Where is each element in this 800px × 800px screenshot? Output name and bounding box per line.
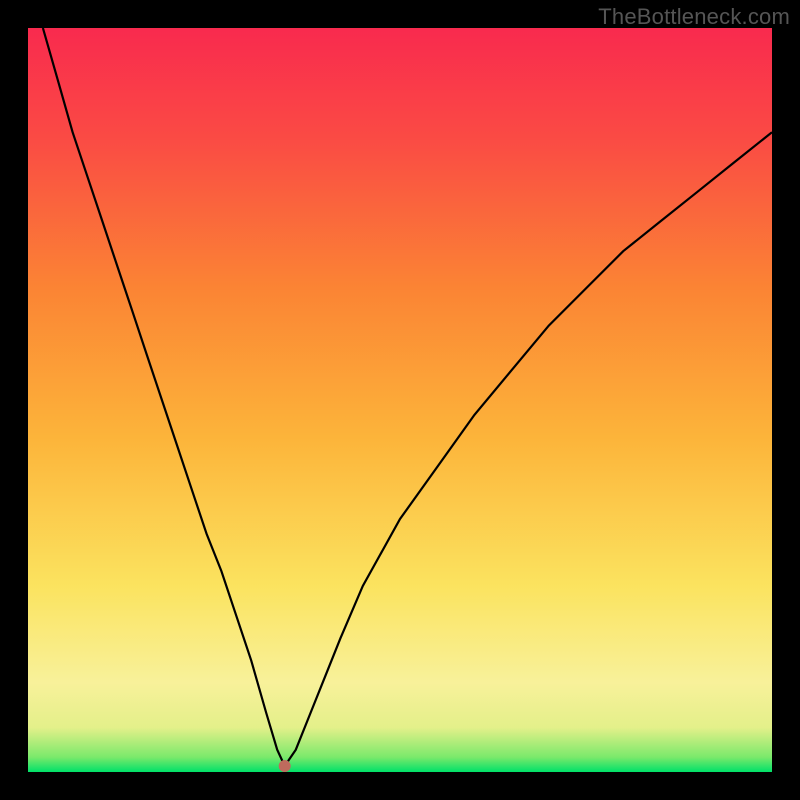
gradient-background <box>28 28 772 772</box>
bottleneck-chart <box>28 28 772 772</box>
watermark-label: TheBottleneck.com <box>598 4 790 30</box>
optimum-marker <box>279 760 291 772</box>
chart-frame: { "watermark": "TheBottleneck.com", "cha… <box>0 0 800 800</box>
